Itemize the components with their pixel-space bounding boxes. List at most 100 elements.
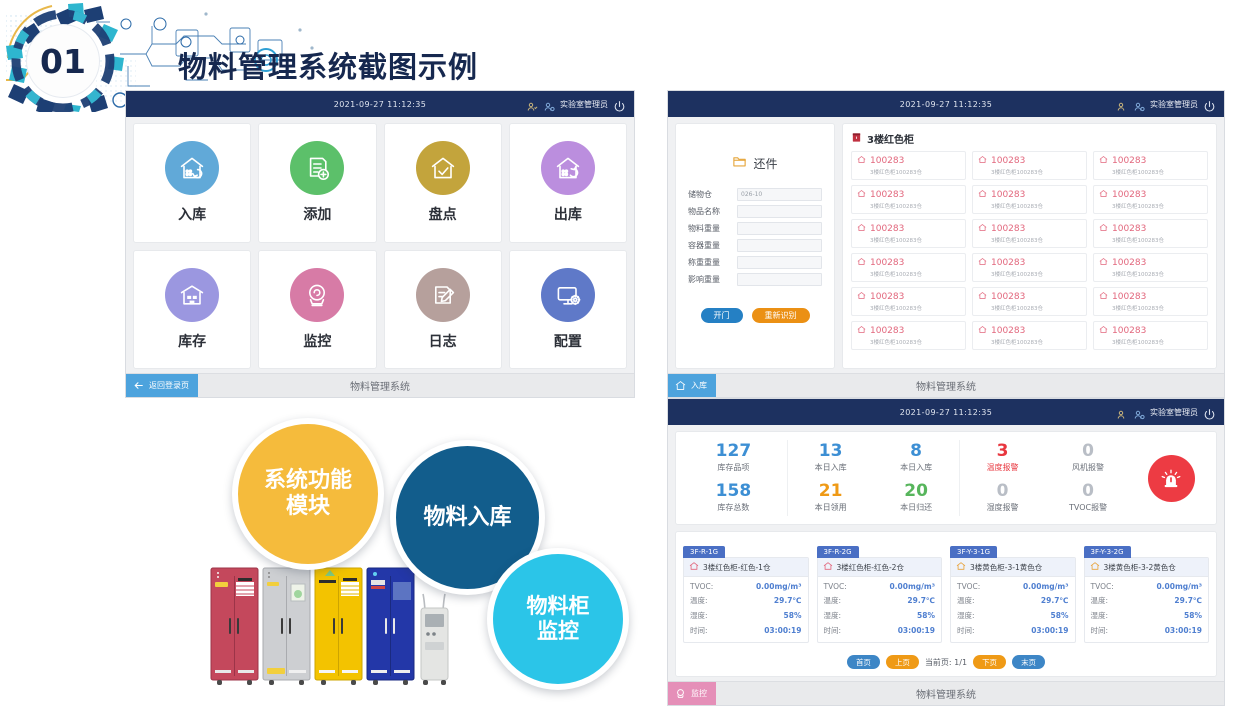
- cell-item[interactable]: 100283 3楼红色柜100283仓: [972, 321, 1087, 350]
- user-icon[interactable]: [1116, 98, 1128, 111]
- stat-today-inbound-2: 8 本日入库: [873, 441, 958, 473]
- cell-item[interactable]: 100283 3楼红色柜100283仓: [972, 151, 1087, 180]
- cell-item[interactable]: 100283 3楼红色柜100283仓: [851, 185, 966, 214]
- cell-item[interactable]: 100283 3楼红色柜100283仓: [1093, 151, 1208, 180]
- stat-group-today-a: 13 本日入库 21 本日领用 8 本日入库 20 本日归还: [786, 440, 959, 516]
- cabinet-monitor-card-item[interactable]: 3F-R-2G 3楼红色柜-红色-2仓 TVOC: 0.00mg/m³ 温度: 29.7℃…: [816, 539, 942, 643]
- inbound-footer-chip[interactable]: 入库: [668, 374, 716, 397]
- user-icon[interactable]: [1116, 406, 1128, 419]
- cabinet-monitor-card-item[interactable]: 3F-Y-3-1G 3楼黄色柜-3-1黄色仓 TVOC: 0.00mg/m³ 温度: 29…: [950, 539, 1076, 643]
- cell-item[interactable]: 100283 3楼红色柜100283仓: [972, 287, 1087, 316]
- metric-value: 03:00:19: [1031, 626, 1069, 635]
- section-number-badge: 01: [27, 25, 99, 97]
- tile-log[interactable]: 日志: [383, 249, 502, 369]
- pager-first-button[interactable]: 首页: [846, 655, 880, 669]
- house-red-icon: [823, 561, 833, 573]
- callout-line-1: 物料柜: [526, 594, 590, 619]
- tile-stocktake[interactable]: 盘点: [383, 123, 502, 243]
- cell-item[interactable]: 100283 3楼红色柜100283仓: [851, 151, 966, 180]
- user-switch-icon[interactable]: [1133, 98, 1145, 112]
- monitor-screen-panel: 2021-09-27 11:12:35 实验室管理员 127 库存品项 158 …: [667, 398, 1225, 706]
- cell-item[interactable]: 100283 3楼红色柜100283仓: [972, 219, 1087, 248]
- stat-label: 本日归还: [900, 502, 933, 512]
- stat-today-inbound-1: 13 本日入库: [788, 442, 873, 473]
- field-label: 称重重量: [688, 258, 720, 267]
- cell-item[interactable]: 100283 3楼红色柜100283仓: [972, 185, 1087, 214]
- cell-item[interactable]: 100283 3楼红色柜100283仓: [1093, 253, 1208, 282]
- bin-icon: [1099, 223, 1108, 235]
- stat-inventory-items: 127 库存品项: [680, 442, 787, 473]
- tile-inbound[interactable]: 入库: [133, 123, 252, 243]
- item-name-input[interactable]: [737, 205, 822, 218]
- pager-next-button[interactable]: 下页: [973, 655, 1007, 669]
- back-to-login-label: 返回登录页: [149, 381, 189, 390]
- metric-row: 湿度: 58%: [690, 610, 802, 621]
- rescan-button[interactable]: 重新识别: [751, 308, 810, 323]
- field-label: 储物仓: [688, 190, 712, 199]
- monitor-footer-chip[interactable]: 监控: [668, 682, 716, 705]
- cabinet-icon: [851, 132, 862, 146]
- power-icon[interactable]: [1203, 406, 1216, 420]
- stat-group-alarm-button: [1131, 440, 1212, 516]
- warehouse-in-icon: [674, 379, 687, 392]
- tile-add[interactable]: 添加: [258, 123, 377, 243]
- effect-weight-input[interactable]: [737, 273, 822, 286]
- cell-id: 100283: [991, 326, 1026, 336]
- cabinet-monitor-card-item[interactable]: 3F-Y-3-2G 3楼黄色柜-3-2黄色仓 TVOC: 0.00mg/m³ 温度: 29…: [1083, 539, 1209, 643]
- function-tile-grid: 入库 添加 盘点 出库 库存 监控 日志 配置: [133, 123, 627, 369]
- tile-settings[interactable]: 配置: [508, 249, 627, 369]
- open-door-button[interactable]: 开门: [700, 308, 743, 323]
- stat-value: 8: [910, 441, 922, 462]
- metric-value: 29.7℃: [907, 596, 935, 605]
- tile-outbound[interactable]: 出库: [508, 123, 627, 243]
- material-weight-input[interactable]: [737, 222, 822, 235]
- metric-row: 湿度: 58%: [957, 610, 1069, 621]
- cabinet-monitor-card-item[interactable]: 3F-R-1G 3楼红色柜-红色-1仓 TVOC: 0.00mg/m³ 温度: 29.7℃…: [683, 539, 809, 643]
- return-item-form: 还件 储物仓 026-10 物品名称 物料重量 容器重量 称重重量 影响重量 开…: [675, 123, 835, 369]
- pager-current-label: 当前页: 1/1: [924, 657, 968, 667]
- cell-item[interactable]: 100283 3楼红色柜100283仓: [851, 219, 966, 248]
- cell-item[interactable]: 100283 3楼红色柜100283仓: [1093, 219, 1208, 248]
- tile-inventory[interactable]: 库存: [133, 249, 252, 369]
- tile-monitor[interactable]: 监控: [258, 249, 377, 369]
- cell-item[interactable]: 100283 3楼红色柜100283仓: [1093, 321, 1208, 350]
- bin-icon: [857, 291, 866, 303]
- cell-item[interactable]: 100283 3楼红色柜100283仓: [851, 253, 966, 282]
- stat-fan-alarm: 0 风机报警: [1045, 442, 1130, 473]
- storage-bin-input[interactable]: 026-10: [737, 188, 822, 201]
- pager-last-button[interactable]: 末页: [1012, 655, 1046, 669]
- user-icon[interactable]: [526, 98, 538, 111]
- back-to-login-button[interactable]: 返回登录页: [126, 374, 198, 397]
- cell-item[interactable]: 100283 3楼红色柜100283仓: [1093, 287, 1208, 316]
- cabinet-tag: 3F-R-2G: [816, 546, 859, 558]
- cell-item[interactable]: 100283 3楼红色柜100283仓: [851, 287, 966, 316]
- monitor-topbar: 2021-09-27 11:12:35 实验室管理员: [668, 399, 1224, 425]
- callout-line-2: 监控: [537, 619, 579, 643]
- user-switch-icon[interactable]: [1133, 406, 1145, 420]
- stat-today-issued: 21 本日领用: [788, 482, 873, 513]
- cabinet-name: 3楼红色柜-红色-2仓: [836, 562, 904, 572]
- user-switch-icon[interactable]: [543, 98, 555, 112]
- power-icon[interactable]: [613, 98, 626, 112]
- user-name-label: 实验室管理员: [1150, 407, 1198, 417]
- bin-icon: [978, 257, 987, 269]
- cell-sub-label: 3楼红色柜100283仓: [870, 340, 922, 346]
- cell-item[interactable]: 100283 3楼红色柜100283仓: [1093, 185, 1208, 214]
- cell-sub-label: 3楼红色柜100283仓: [991, 170, 1043, 176]
- house-yellow-icon: [1090, 561, 1100, 573]
- cabinet-tag: 3F-Y-3-1G: [950, 546, 998, 558]
- weighed-weight-input[interactable]: [737, 256, 822, 269]
- cell-item[interactable]: 100283 3楼红色柜100283仓: [851, 321, 966, 350]
- metric-value: 29.7℃: [1174, 596, 1202, 605]
- power-icon[interactable]: [1203, 98, 1216, 112]
- stat-value: 20: [904, 481, 928, 501]
- siren-alarm-icon[interactable]: [1147, 454, 1195, 502]
- cell-item[interactable]: 100283 3楼红色柜100283仓: [972, 253, 1087, 282]
- bin-icon: [1099, 189, 1108, 201]
- pager-prev-button[interactable]: 上页: [885, 655, 919, 669]
- metric-row: 温度: 29.7℃: [824, 595, 936, 606]
- callout-cabinet-monitor: 物料柜 监控: [487, 548, 629, 690]
- container-weight-input[interactable]: [737, 239, 822, 252]
- cell-sub-label: 3楼红色柜100283仓: [991, 204, 1043, 210]
- cell-sub-label: 3楼红色柜100283仓: [991, 340, 1043, 346]
